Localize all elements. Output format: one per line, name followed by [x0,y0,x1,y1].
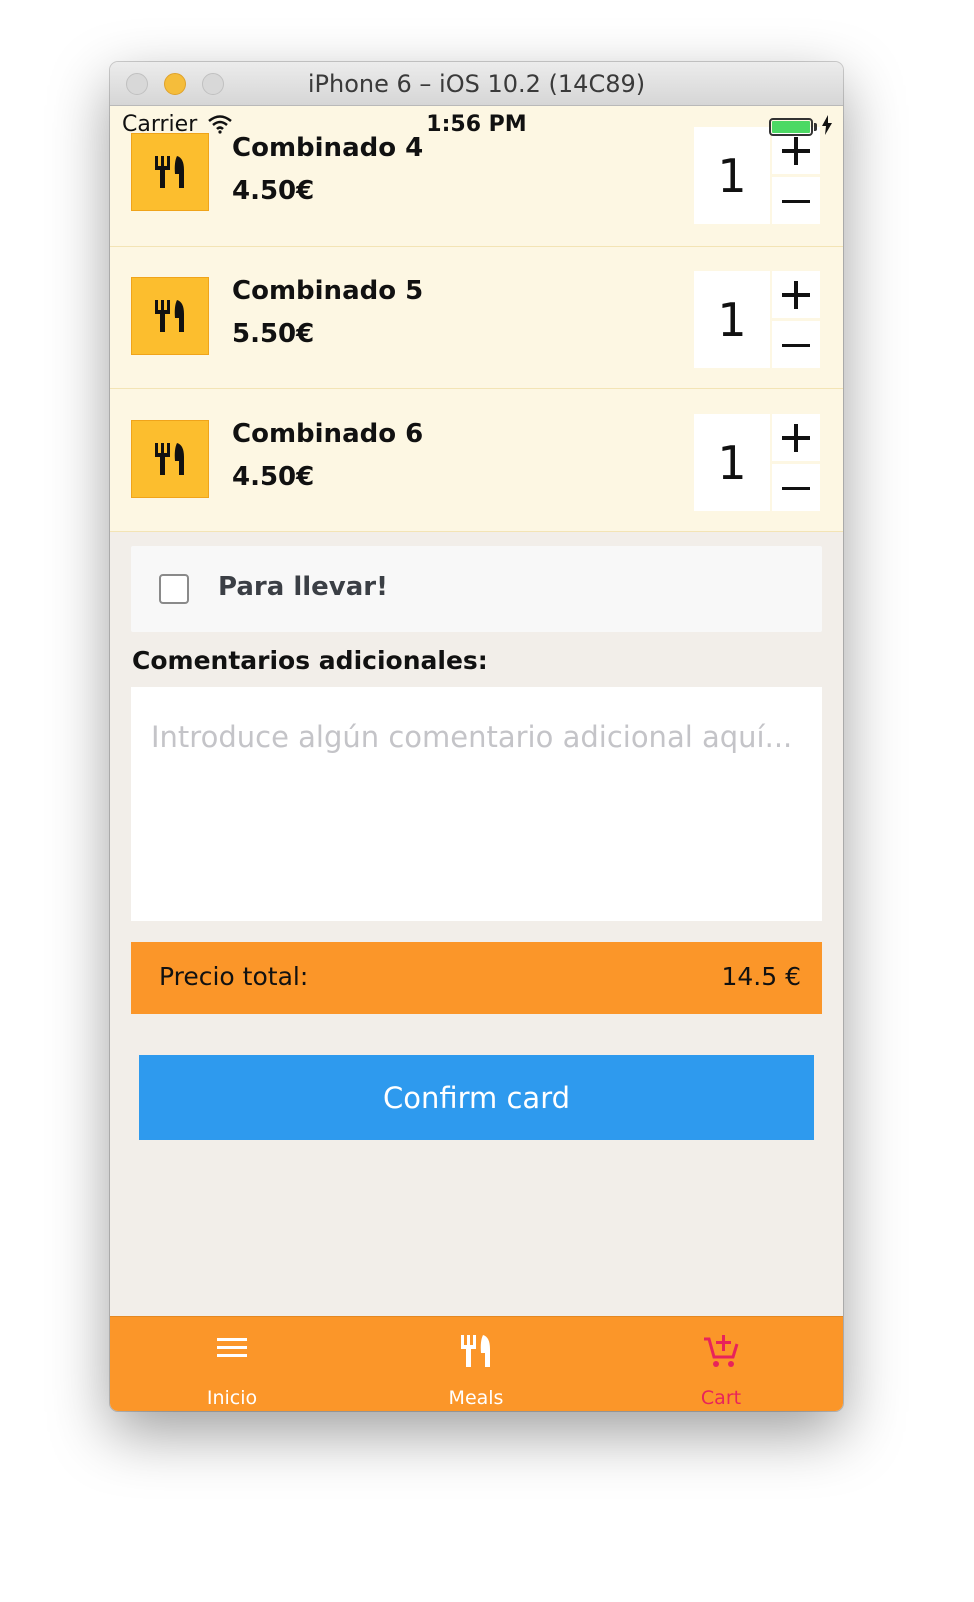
plus-icon [782,423,810,452]
tab-meals[interactable]: Meals [354,1317,598,1411]
decrement-button[interactable] [772,321,820,368]
minus-icon [782,199,810,203]
tab-bar: Inicio Meals Cart [110,1316,843,1411]
total-price-bar: Precio total: 14.5 € [131,942,822,1014]
window-titlebar: iPhone 6 – iOS 10.2 (14C89) [110,62,843,106]
confirm-button[interactable]: Confirm card [139,1055,814,1140]
takeaway-option[interactable]: Para llevar! [131,546,822,632]
decrement-button[interactable] [772,177,820,224]
takeaway-label: Para llevar! [218,572,388,602]
decrement-button[interactable] [772,464,820,511]
item-price: 4.50€ [232,176,315,206]
charging-bolt-icon [822,115,832,135]
comments-label: Comentarios adicionales: [132,646,488,675]
tab-label: Cart [700,1387,742,1409]
app-screen: Combinado 4 4.50€ 1 Combinado 5 5.50€ 1 … [110,106,843,1411]
minus-icon [782,486,810,490]
window-title: iPhone 6 – iOS 10.2 (14C89) [307,70,646,98]
simulator-window: iPhone 6 – iOS 10.2 (14C89) Combinado 4 [110,62,843,1411]
minus-icon [782,343,810,347]
battery-icon [769,118,813,136]
plus-icon [782,280,810,309]
tab-inicio[interactable]: Inicio [110,1317,354,1411]
item-price: 5.50€ [232,319,315,349]
menu-icon [217,1338,247,1357]
tab-label: Meals [448,1387,504,1409]
status-bar: Carrier 1:56 PM [110,106,843,144]
increment-button[interactable] [772,271,820,318]
fork-knife-icon [131,420,209,498]
cart-item-list[interactable]: Combinado 4 4.50€ 1 Combinado 5 5.50€ 1 … [110,106,843,532]
tab-label: Inicio [206,1387,258,1409]
cart-add-icon [704,1335,739,1367]
total-value: 14.5 € [721,962,801,991]
status-time: 1:56 PM [426,112,527,137]
takeaway-checkbox[interactable] [159,574,189,604]
item-price: 4.50€ [232,462,315,492]
cart-item: Combinado 5 5.50€ 1 [110,247,843,389]
fork-knife-icon [131,277,209,355]
item-name: Combinado 6 [232,419,424,449]
quantity-value: 1 [694,414,770,511]
cart-item: Combinado 6 4.50€ 1 [110,390,843,532]
item-name: Combinado 5 [232,276,424,306]
comments-field[interactable] [131,687,822,921]
increment-button[interactable] [772,414,820,461]
total-label: Precio total: [159,962,309,991]
fork-knife-icon [461,1335,490,1367]
tab-cart[interactable]: Cart [599,1317,843,1411]
quantity-value: 1 [694,271,770,368]
fork-knife-icon [131,133,209,211]
battery-nub [814,123,817,131]
